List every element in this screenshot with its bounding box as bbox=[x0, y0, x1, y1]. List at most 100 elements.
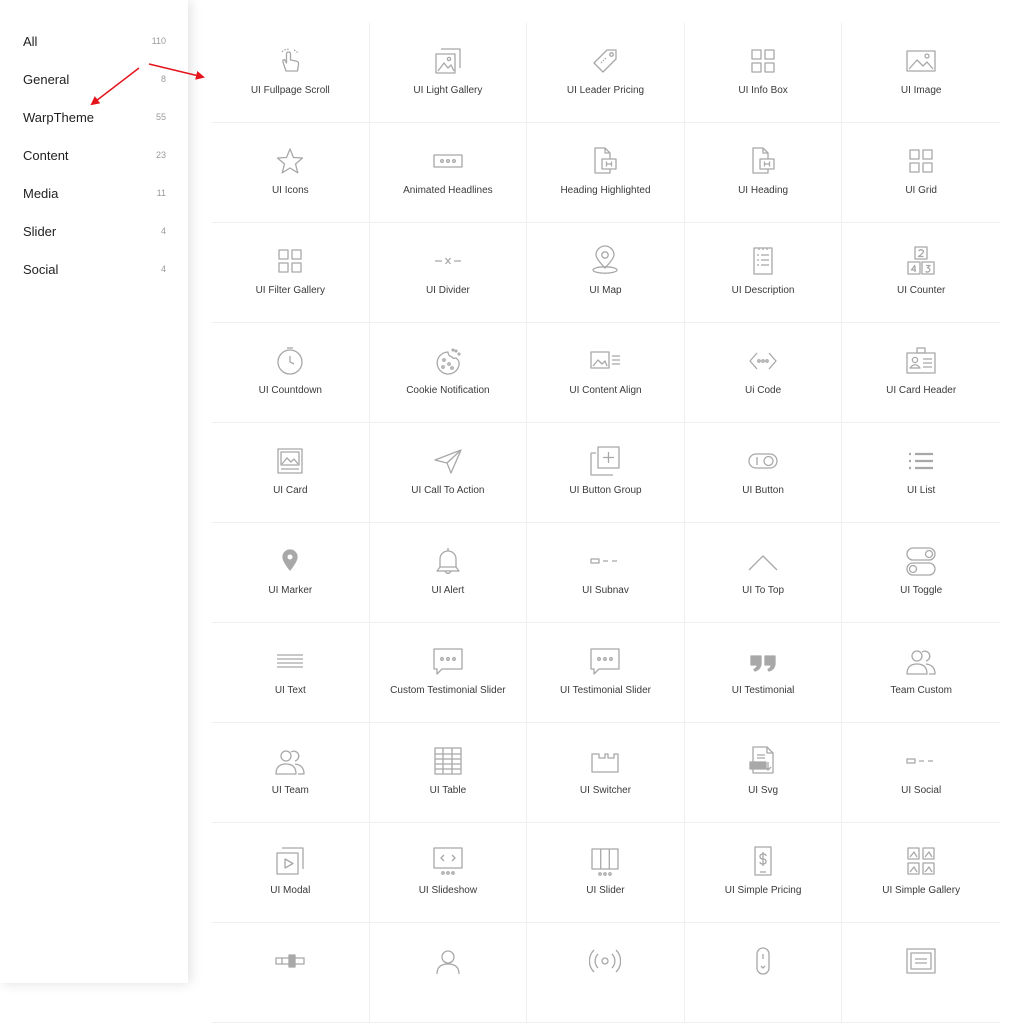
element-tile-team-custom[interactable]: Team Custom bbox=[842, 623, 1000, 723]
category-warptheme[interactable]: WarpTheme 55 bbox=[23, 106, 166, 130]
element-tile-ui-simple-pricing[interactable]: UI Simple Pricing bbox=[684, 823, 843, 923]
element-label: UI Map bbox=[589, 285, 622, 296]
element-label: Custom Testimonial Slider bbox=[390, 685, 506, 696]
image-icon bbox=[906, 50, 936, 72]
text-lines-icon bbox=[277, 654, 304, 668]
category-social[interactable]: Social 4 bbox=[23, 258, 166, 282]
element-tile-heading-highlighted[interactable]: Heading Highlighted bbox=[527, 123, 685, 223]
element-tile-ui-team[interactable]: UI Team bbox=[212, 723, 370, 823]
divider-icon bbox=[434, 257, 461, 265]
element-tile-ui-grid[interactable]: UI Grid bbox=[842, 123, 1000, 223]
element-grid: UI Fullpage Scroll UI Light Gallery UI Lea… bbox=[212, 23, 1000, 1023]
element-tile-ui-card[interactable]: UI Card bbox=[212, 423, 370, 523]
element-label: UI Grid bbox=[905, 185, 937, 196]
element-tile-ui-slideshow[interactable]: UI Slideshow bbox=[369, 823, 528, 923]
element-tile-custom-testimonial-slider[interactable]: Custom Testimonial Slider bbox=[369, 623, 528, 723]
category-sidebar: All 110 General 8 WarpTheme 55 Content 23 Media 1… bbox=[0, 0, 188, 983]
element-tile-cookie-notification[interactable]: Cookie Notification bbox=[369, 323, 528, 423]
category-content[interactable]: Content 23 bbox=[23, 144, 166, 168]
element-tile-ui-card-header[interactable]: UI Card Header bbox=[842, 323, 1000, 423]
element-tile-ui-alert[interactable]: UI Alert bbox=[369, 523, 528, 623]
element-tile-ui-modal[interactable]: UI Modal bbox=[212, 823, 370, 923]
element-tile-ui-marker[interactable]: UI Marker bbox=[212, 523, 370, 623]
hand-swipe-icon bbox=[281, 48, 300, 72]
element-tile-ui-simple-gallery[interactable]: UI Simple Gallery bbox=[842, 823, 1000, 923]
category-media[interactable]: Media 11 bbox=[23, 182, 166, 206]
element-tile-ui-testimonial-slider[interactable]: UI Testimonial Slider bbox=[527, 623, 685, 723]
element-label: UI Button Group bbox=[569, 485, 642, 496]
element-label: UI Divider bbox=[425, 285, 470, 296]
element-tile-ui-call-to-action[interactable]: UI Call To Action bbox=[369, 423, 528, 523]
element-tile-ui-countdown[interactable]: UI Countdown bbox=[212, 323, 370, 423]
content-align-icon bbox=[590, 351, 621, 369]
element-tile-ui-button[interactable]: UI Button bbox=[684, 423, 843, 523]
element-tile-ui-toggle[interactable]: UI Toggle bbox=[842, 523, 1000, 623]
element-tile-ui-svg[interactable]: UI Svg bbox=[684, 723, 843, 823]
id-card-icon bbox=[906, 347, 936, 374]
element-tile-ui-switcher[interactable]: UI Switcher bbox=[527, 723, 685, 823]
element-tile-ui-content-align[interactable]: UI Content Align bbox=[527, 323, 685, 423]
element-tile-ui-slider[interactable]: UI Slider bbox=[527, 823, 685, 923]
map-pin-icon bbox=[592, 245, 619, 274]
element-tile-ui-subnav[interactable]: UI Subnav bbox=[527, 523, 685, 623]
element-label: UI Text bbox=[274, 685, 306, 696]
element-tile-item-49[interactable] bbox=[684, 923, 843, 1023]
grid-icon bbox=[751, 49, 775, 73]
element-tile-ui-divider[interactable]: UI Divider bbox=[369, 223, 528, 323]
element-tile-item-47[interactable] bbox=[369, 923, 528, 1023]
modal-icon bbox=[276, 847, 304, 875]
element-tile-ui-counter[interactable]: UI Counter bbox=[842, 223, 1000, 323]
element-label: UI List bbox=[907, 485, 936, 496]
category-label: Media bbox=[23, 186, 59, 201]
subnav-icon bbox=[906, 758, 934, 764]
counter-icon bbox=[907, 246, 935, 275]
star-icon bbox=[277, 148, 304, 174]
code-icon bbox=[749, 352, 777, 370]
element-label: UI Countdown bbox=[258, 385, 322, 396]
element-tile-ui-description[interactable]: UI Description bbox=[684, 223, 843, 323]
element-tile-ui-fullpage-scroll[interactable]: UI Fullpage Scroll bbox=[212, 23, 370, 123]
element-tile-ui-image[interactable]: UI Image bbox=[842, 23, 1000, 123]
element-tile-item-48[interactable] bbox=[527, 923, 685, 1023]
bell-icon bbox=[436, 548, 460, 575]
chevron-up-icon bbox=[748, 555, 778, 571]
category-slider[interactable]: Slider 4 bbox=[23, 220, 166, 244]
element-tile-ui-to-top[interactable]: UI To Top bbox=[684, 523, 843, 623]
element-tile-ui-text[interactable]: UI Text bbox=[212, 623, 370, 723]
category-general[interactable]: General 8 bbox=[23, 68, 166, 92]
element-tile-ui-filter-gallery[interactable]: UI Filter Gallery bbox=[212, 223, 370, 323]
scroll-mouse-icon bbox=[756, 947, 770, 975]
element-tile-ui-map[interactable]: UI Map bbox=[527, 223, 685, 323]
element-label: UI Simple Pricing bbox=[724, 885, 802, 896]
category-count: 55 bbox=[155, 112, 166, 122]
category-all[interactable]: All 110 bbox=[23, 30, 166, 54]
slider-columns-icon bbox=[591, 848, 620, 876]
price-tag-icon bbox=[593, 49, 618, 73]
element-label: UI Alert bbox=[431, 585, 465, 596]
element-label: Team Custom bbox=[890, 685, 953, 696]
element-tile-ui-button-group[interactable]: UI Button Group bbox=[527, 423, 685, 523]
element-tile-animated-headlines[interactable]: Animated Headlines bbox=[369, 123, 528, 223]
dots-box-icon bbox=[433, 154, 463, 168]
element-tile-ui-light-gallery[interactable]: UI Light Gallery bbox=[369, 23, 528, 123]
element-tile-ui-testimonial[interactable]: UI Testimonial bbox=[684, 623, 843, 723]
element-tile-ui-icons[interactable]: UI Icons bbox=[212, 123, 370, 223]
element-label: UI Heading bbox=[738, 185, 789, 196]
element-tile-ui-leader-pricing[interactable]: UI Leader Pricing bbox=[527, 23, 685, 123]
quote-icon bbox=[750, 655, 776, 672]
element-label: Animated Headlines bbox=[403, 185, 493, 196]
element-tile-ui-table[interactable]: UI Table bbox=[369, 723, 528, 823]
element-tile-item-46[interactable] bbox=[212, 923, 370, 1023]
element-tile-ui-info-box[interactable]: UI Info Box bbox=[684, 23, 843, 123]
element-tile-ui-code[interactable]: Ui Code bbox=[684, 323, 843, 423]
element-tile-item-50[interactable] bbox=[842, 923, 1000, 1023]
element-tile-ui-heading[interactable]: UI Heading bbox=[684, 123, 843, 223]
element-label: UI Table bbox=[429, 785, 467, 796]
range-slider-icon bbox=[275, 954, 305, 968]
element-tile-ui-social[interactable]: UI Social bbox=[842, 723, 1000, 823]
heading-doc-icon bbox=[594, 147, 618, 174]
element-tile-ui-list[interactable]: UI List bbox=[842, 423, 1000, 523]
card-icon bbox=[277, 448, 303, 474]
element-label: UI Svg bbox=[748, 785, 779, 796]
paper-plane-icon bbox=[434, 449, 462, 474]
